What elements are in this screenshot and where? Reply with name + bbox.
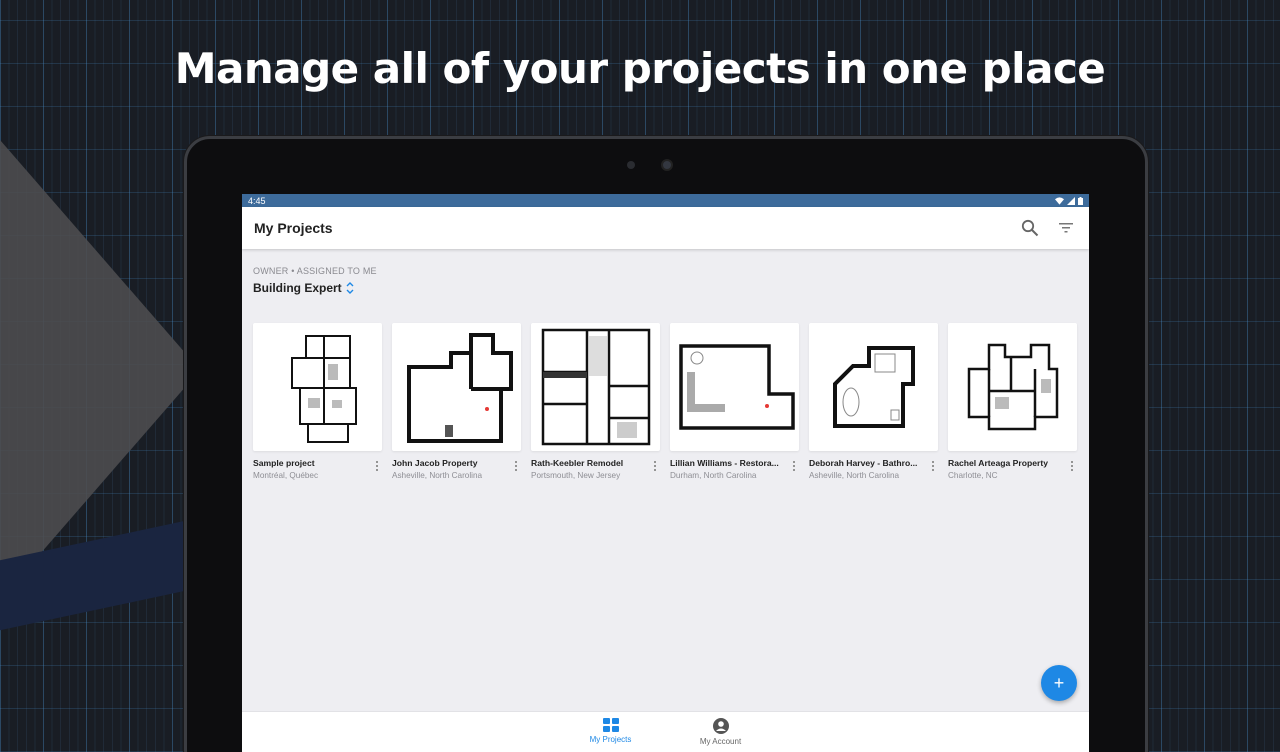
filter-icon (1059, 223, 1073, 233)
battery-icon (1078, 196, 1083, 205)
camera-icon (661, 159, 673, 171)
project-location: Montréal, Québec (253, 471, 319, 480)
more-options-icon[interactable] (789, 458, 799, 480)
project-location: Charlotte, NC (948, 471, 998, 480)
nav-label: My Projects (589, 735, 632, 744)
floorplan-thumbnail (948, 323, 1077, 451)
project-title: Rachel Arteaga Property (948, 458, 1048, 468)
app-bar: My Projects (242, 207, 1089, 249)
project-card[interactable]: Lillian Williams - Restora... Durham, No… (670, 323, 799, 480)
account-icon (712, 718, 729, 734)
floorplan-thumbnail (670, 323, 799, 451)
system-icons (1055, 196, 1083, 205)
project-title: John Jacob Property (392, 458, 478, 468)
more-options-icon[interactable] (650, 458, 660, 480)
more-options-icon[interactable] (511, 458, 521, 480)
project-card[interactable]: Sample project Montréal, Québec (253, 323, 382, 480)
owner-filter: OWNER • ASSIGNED TO ME Building Expert (242, 249, 1089, 295)
floorplan-thumbnail (809, 323, 938, 451)
filter-label: OWNER • ASSIGNED TO ME (253, 266, 377, 276)
filter-dropdown[interactable]: Building Expert (253, 281, 1078, 295)
filter-button[interactable] (1055, 217, 1077, 239)
project-location: Portsmouth, New Jersey (531, 471, 621, 480)
plus-icon: + (1053, 672, 1065, 693)
bottom-navigation: My Projects My Account (242, 711, 1089, 752)
filter-value: Building Expert (253, 281, 342, 295)
project-card[interactable]: Deborah Harvey - Bathro... Asheville, No… (809, 323, 938, 480)
add-project-button[interactable]: + (1041, 665, 1077, 701)
project-location: Durham, North Carolina (670, 471, 757, 480)
status-bar: 4:45 (242, 194, 1089, 207)
project-location: Asheville, North Carolina (809, 471, 900, 480)
more-options-icon[interactable] (928, 458, 938, 480)
status-time: 4:45 (248, 195, 266, 206)
floorplan-thumbnail (531, 323, 660, 451)
floorplan-thumbnail (253, 323, 382, 451)
project-card[interactable]: John Jacob Property Asheville, North Car… (392, 323, 521, 480)
nav-my-projects[interactable]: My Projects (576, 712, 646, 752)
project-title: Deborah Harvey - Bathro... (809, 458, 918, 468)
more-options-icon[interactable] (1067, 458, 1077, 480)
headline: Manage all of your projects in one place (174, 44, 1106, 93)
project-location: Asheville, North Carolina (392, 471, 483, 480)
wifi-icon (1055, 196, 1064, 205)
project-card[interactable]: Rachel Arteaga Property Charlotte, NC (948, 323, 1077, 480)
floorplan-thumbnail (392, 323, 521, 451)
project-title: Lillian Williams - Restora... (670, 458, 779, 468)
nav-my-account[interactable]: My Account (686, 712, 756, 752)
project-grid: Sample project Montréal, Québec John Jac… (253, 323, 1077, 480)
page-title: My Projects (254, 220, 333, 236)
sort-arrows-icon (346, 282, 354, 294)
project-card[interactable]: Rath-Keebler Remodel Portsmouth, New Jer… (531, 323, 660, 480)
signal-icon (1067, 196, 1075, 205)
app-screen: 4:45 My Projects OWNER • ASSIGNED TO ME … (242, 194, 1089, 752)
more-options-icon[interactable] (372, 458, 382, 480)
project-title: Sample project (253, 458, 315, 468)
project-title: Rath-Keebler Remodel (531, 458, 624, 468)
grid-icon (602, 718, 619, 732)
nav-label: My Account (699, 737, 742, 746)
sensor-icon (627, 161, 635, 169)
search-button[interactable] (1019, 217, 1041, 239)
search-icon (1021, 219, 1039, 237)
